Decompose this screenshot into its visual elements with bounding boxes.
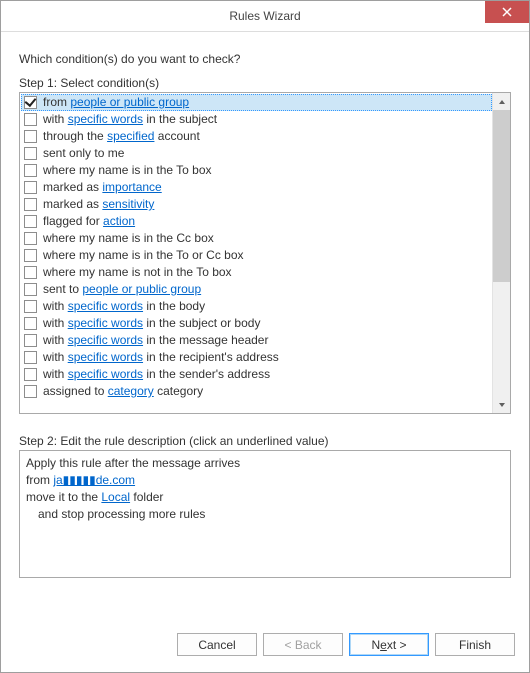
- condition-checkbox[interactable]: [24, 300, 37, 313]
- condition-checkbox[interactable]: [24, 368, 37, 381]
- condition-link[interactable]: action: [103, 214, 135, 228]
- condition-label: sent only to me: [43, 145, 124, 162]
- close-icon: [502, 7, 512, 17]
- condition-checkbox[interactable]: [24, 232, 37, 245]
- condition-link[interactable]: sensitivity: [102, 197, 154, 211]
- condition-label: marked as sensitivity: [43, 196, 154, 213]
- condition-label: from people or public group: [43, 94, 189, 111]
- condition-label: through the specified account: [43, 128, 200, 145]
- condition-row[interactable]: through the specified account: [21, 128, 492, 145]
- condition-label: where my name is in the To box: [43, 162, 212, 179]
- condition-checkbox[interactable]: [24, 283, 37, 296]
- chevron-up-icon: [498, 98, 506, 106]
- next-button[interactable]: Next >: [349, 633, 429, 656]
- condition-label: marked as importance: [43, 179, 162, 196]
- scroll-up-button[interactable]: [493, 93, 510, 110]
- condition-row[interactable]: with specific words in the body: [21, 298, 492, 315]
- desc-folder-link[interactable]: Local: [101, 490, 130, 504]
- condition-row[interactable]: with specific words in the recipient's a…: [21, 349, 492, 366]
- condition-row[interactable]: where my name is in the To box: [21, 162, 492, 179]
- condition-label: with specific words in the recipient's a…: [43, 349, 279, 366]
- condition-checkbox[interactable]: [24, 113, 37, 126]
- condition-row[interactable]: with specific words in the subject: [21, 111, 492, 128]
- condition-row[interactable]: from people or public group: [21, 94, 492, 111]
- condition-label: with specific words in the sender's addr…: [43, 366, 270, 383]
- close-button[interactable]: [485, 1, 529, 23]
- condition-link[interactable]: people or public group: [70, 95, 189, 109]
- condition-link[interactable]: specific words: [68, 112, 143, 126]
- scrollbar[interactable]: [492, 93, 510, 413]
- condition-label: where my name is in the To or Cc box: [43, 247, 244, 264]
- condition-link[interactable]: specified: [107, 129, 154, 143]
- condition-checkbox[interactable]: [24, 96, 37, 109]
- button-row: Cancel < Back Next > Finish: [1, 615, 529, 672]
- desc-line-2: from ja▮▮▮▮▮de.com: [26, 472, 504, 489]
- condition-row[interactable]: sent to people or public group: [21, 281, 492, 298]
- condition-link[interactable]: category: [108, 384, 154, 398]
- condition-checkbox[interactable]: [24, 164, 37, 177]
- condition-label: assigned to category category: [43, 383, 203, 400]
- condition-checkbox[interactable]: [24, 317, 37, 330]
- condition-checkbox[interactable]: [24, 334, 37, 347]
- condition-label: with specific words in the subject or bo…: [43, 315, 260, 332]
- condition-checkbox[interactable]: [24, 181, 37, 194]
- condition-link[interactable]: specific words: [68, 350, 143, 364]
- step1-label: Step 1: Select condition(s): [19, 76, 511, 90]
- desc-from-link[interactable]: ja▮▮▮▮▮de.com: [53, 473, 135, 487]
- conditions-list[interactable]: from people or public groupwith specific…: [20, 93, 492, 413]
- condition-row[interactable]: where my name is in the Cc box: [21, 230, 492, 247]
- condition-label: with specific words in the subject: [43, 111, 217, 128]
- step2-label: Step 2: Edit the rule description (click…: [19, 434, 511, 448]
- scroll-thumb[interactable]: [493, 110, 510, 282]
- condition-row[interactable]: where my name is not in the To box: [21, 264, 492, 281]
- condition-link[interactable]: specific words: [68, 367, 143, 381]
- condition-checkbox[interactable]: [24, 385, 37, 398]
- back-button[interactable]: < Back: [263, 633, 343, 656]
- rule-description-box[interactable]: Apply this rule after the message arrive…: [19, 450, 511, 578]
- condition-row[interactable]: with specific words in the subject or bo…: [21, 315, 492, 332]
- prompt-text: Which condition(s) do you want to check?: [19, 52, 511, 66]
- desc-line-3: move it to the Local folder: [26, 489, 504, 506]
- condition-label: sent to people or public group: [43, 281, 201, 298]
- scroll-track[interactable]: [493, 110, 510, 396]
- condition-row[interactable]: with specific words in the message heade…: [21, 332, 492, 349]
- condition-link[interactable]: specific words: [68, 299, 143, 313]
- desc-line-4: and stop processing more rules: [26, 506, 504, 523]
- condition-label: flagged for action: [43, 213, 135, 230]
- wizard-content: Which condition(s) do you want to check?…: [1, 32, 529, 615]
- desc-line-1: Apply this rule after the message arrive…: [26, 455, 504, 472]
- condition-link[interactable]: people or public group: [82, 282, 201, 296]
- condition-checkbox[interactable]: [24, 198, 37, 211]
- finish-button[interactable]: Finish: [435, 633, 515, 656]
- window-title: Rules Wizard: [229, 9, 300, 23]
- condition-row[interactable]: where my name is in the To or Cc box: [21, 247, 492, 264]
- chevron-down-icon: [498, 401, 506, 409]
- conditions-panel: from people or public groupwith specific…: [19, 92, 511, 414]
- condition-label: with specific words in the message heade…: [43, 332, 268, 349]
- condition-row[interactable]: sent only to me: [21, 145, 492, 162]
- condition-checkbox[interactable]: [24, 215, 37, 228]
- condition-label: with specific words in the body: [43, 298, 205, 315]
- condition-checkbox[interactable]: [24, 249, 37, 262]
- condition-checkbox[interactable]: [24, 351, 37, 364]
- titlebar: Rules Wizard: [1, 1, 529, 32]
- condition-row[interactable]: assigned to category category: [21, 383, 492, 400]
- condition-label: where my name is in the Cc box: [43, 230, 214, 247]
- scroll-down-button[interactable]: [493, 396, 510, 413]
- condition-link[interactable]: specific words: [68, 333, 143, 347]
- condition-checkbox[interactable]: [24, 147, 37, 160]
- cancel-button[interactable]: Cancel: [177, 633, 257, 656]
- condition-link[interactable]: specific words: [68, 316, 143, 330]
- step2-section: Step 2: Edit the rule description (click…: [19, 432, 511, 578]
- condition-row[interactable]: marked as sensitivity: [21, 196, 492, 213]
- condition-checkbox[interactable]: [24, 266, 37, 279]
- condition-row[interactable]: flagged for action: [21, 213, 492, 230]
- condition-link[interactable]: importance: [102, 180, 161, 194]
- condition-label: where my name is not in the To box: [43, 264, 232, 281]
- condition-row[interactable]: marked as importance: [21, 179, 492, 196]
- condition-checkbox[interactable]: [24, 130, 37, 143]
- rules-wizard-window: Rules Wizard Which condition(s) do you w…: [0, 0, 530, 673]
- condition-row[interactable]: with specific words in the sender's addr…: [21, 366, 492, 383]
